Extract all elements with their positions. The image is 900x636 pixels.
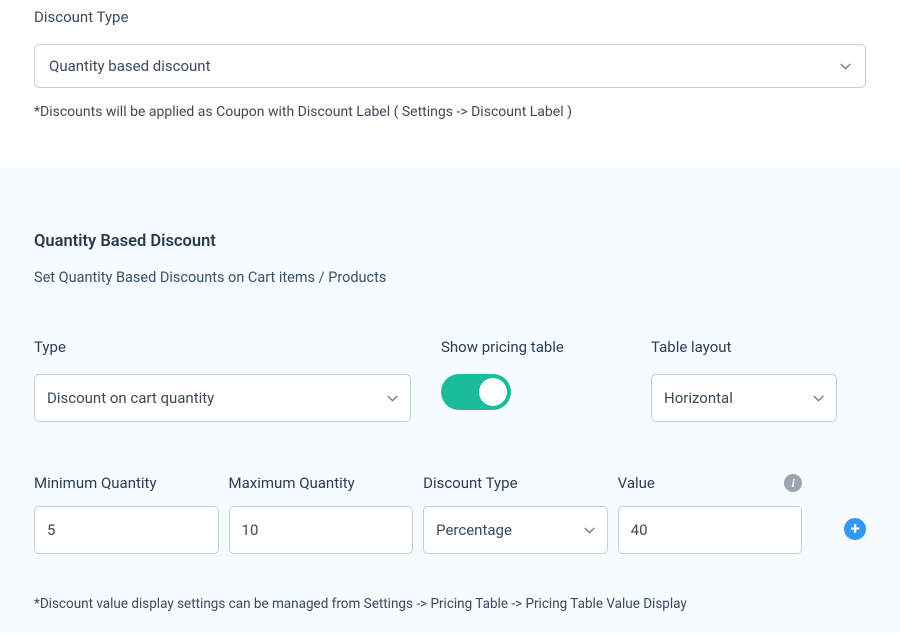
- discount-subtype-value: Percentage: [436, 521, 512, 539]
- discount-hint: *Discounts will be applied as Coupon wit…: [34, 104, 866, 120]
- section-title: Quantity Based Discount: [34, 232, 866, 251]
- discount-type-value: Quantity based discount: [49, 57, 210, 75]
- footer-hint: *Discount value display settings can be …: [34, 596, 866, 612]
- discount-subtype-select[interactable]: Percentage: [423, 506, 608, 554]
- toggle-knob: [479, 378, 507, 406]
- rule-row: Minimum Quantity Maximum Quantity Discou…: [34, 474, 866, 554]
- chevron-down-icon: [584, 527, 595, 534]
- layout-label: Table layout: [651, 338, 837, 356]
- top-section: Discount Type Quantity based discount *D…: [0, 0, 900, 168]
- discount-subtype-column: Discount Type Percentage: [423, 474, 608, 554]
- chevron-down-icon: [813, 395, 824, 402]
- discount-subtype-label: Discount Type: [423, 474, 517, 492]
- min-qty-input[interactable]: [34, 506, 219, 554]
- layout-value: Horizontal: [664, 389, 733, 407]
- show-pricing-label: Show pricing table: [441, 338, 621, 356]
- show-pricing-toggle[interactable]: [441, 374, 511, 410]
- value-input[interactable]: [618, 506, 803, 554]
- min-qty-column: Minimum Quantity: [34, 474, 219, 554]
- qty-based-section: Quantity Based Discount Set Quantity Bas…: [0, 168, 900, 632]
- min-qty-label: Minimum Quantity: [34, 474, 157, 492]
- show-pricing-column: Show pricing table: [441, 338, 621, 422]
- type-value: Discount on cart quantity: [47, 389, 214, 407]
- layout-column: Table layout Horizontal: [651, 338, 837, 422]
- section-desc: Set Quantity Based Discounts on Cart ite…: [34, 269, 866, 286]
- discount-type-label: Discount Type: [34, 8, 866, 26]
- type-column: Type Discount on cart quantity: [34, 338, 411, 422]
- type-label: Type: [34, 338, 411, 356]
- max-qty-input[interactable]: [229, 506, 414, 554]
- value-column: Value i: [618, 474, 803, 554]
- layout-select[interactable]: Horizontal: [651, 374, 837, 422]
- max-qty-column: Maximum Quantity: [229, 474, 414, 554]
- discount-type-select[interactable]: Quantity based discount: [34, 44, 866, 88]
- max-qty-label: Maximum Quantity: [229, 474, 355, 492]
- chevron-down-icon: [387, 395, 398, 402]
- chevron-down-icon: [840, 63, 851, 70]
- add-row-button[interactable]: [844, 518, 866, 540]
- info-icon[interactable]: i: [784, 474, 802, 492]
- value-label: Value: [618, 474, 655, 492]
- type-select[interactable]: Discount on cart quantity: [34, 374, 411, 422]
- config-row-1: Type Discount on cart quantity Show pric…: [34, 338, 866, 422]
